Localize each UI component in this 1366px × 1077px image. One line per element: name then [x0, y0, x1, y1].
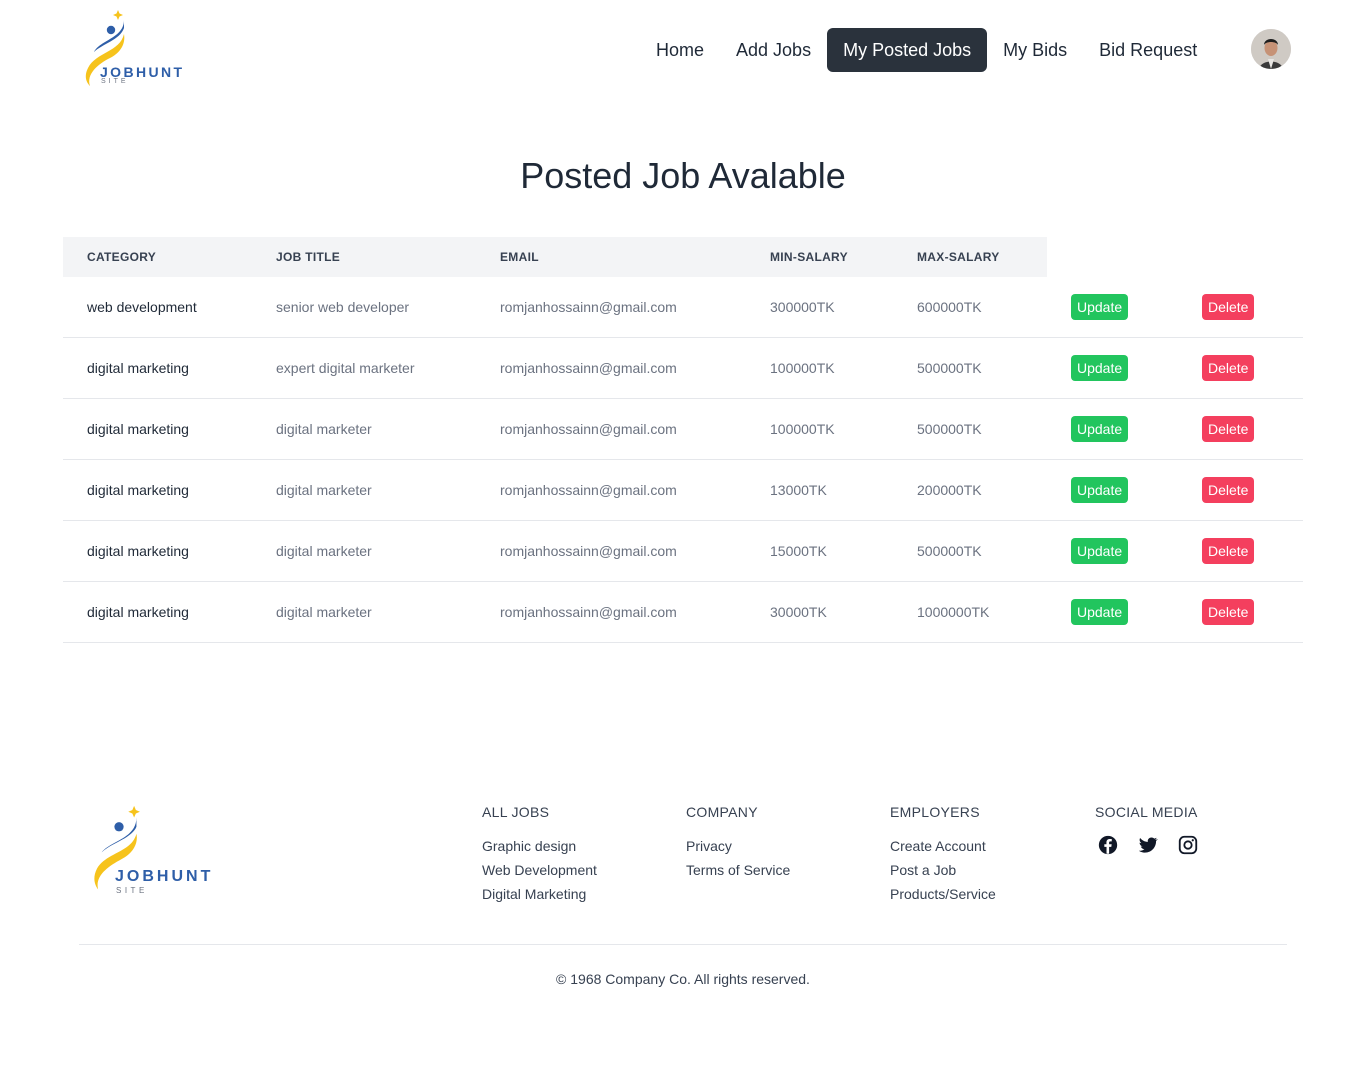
- footer-link-privacy[interactable]: Privacy: [686, 834, 790, 858]
- footer-heading: ALL JOBS: [482, 804, 550, 820]
- table-header: CATEGORY JOB TITLE EMAIL MIN-SALARY MAX-…: [63, 237, 1047, 277]
- footer-divider: [79, 944, 1287, 945]
- delete-button[interactable]: Delete: [1202, 599, 1255, 625]
- copyright: © 1968 Company Co. All rights reserved.: [556, 971, 810, 987]
- update-button[interactable]: Update: [1071, 416, 1129, 442]
- footer-heading: COMPANY: [686, 804, 758, 820]
- header-email: EMAIL: [500, 250, 539, 264]
- cell-category: digital marketing: [87, 482, 189, 498]
- social-links: [1097, 834, 1199, 856]
- cell-email: romjanhossainn@gmail.com: [500, 299, 677, 315]
- footer-col-all-jobs: ALL JOBS Graphic design Web Development …: [482, 804, 597, 906]
- footer-link-create-account[interactable]: Create Account: [890, 834, 996, 858]
- footer-link-graphic-design[interactable]: Graphic design: [482, 834, 597, 858]
- footer-logo-subtitle: SITE: [116, 886, 148, 895]
- page-title: Posted Job Avalable: [520, 155, 846, 196]
- cell-job-title: digital marketer: [276, 543, 372, 559]
- header-category: CATEGORY: [87, 250, 157, 264]
- cell-category: digital marketing: [87, 421, 189, 437]
- table-row: web development senior web developer rom…: [63, 277, 1303, 338]
- header-min-salary: MIN-SALARY: [770, 250, 848, 264]
- cell-job-title: digital marketer: [276, 604, 372, 620]
- footer-heading: EMPLOYERS: [890, 804, 980, 820]
- header-job-title: JOB TITLE: [276, 250, 341, 264]
- twitter-icon[interactable]: [1137, 834, 1159, 856]
- footer-link-web-development[interactable]: Web Development: [482, 858, 597, 882]
- cell-email: romjanhossainn@gmail.com: [500, 543, 677, 559]
- site-header: JOBHUNT SITE Home Add Jobs My Posted Job…: [0, 0, 1366, 100]
- footer-heading: SOCIAL MEDIA: [1095, 804, 1198, 820]
- update-button[interactable]: Update: [1071, 355, 1129, 381]
- cell-email: romjanhossainn@gmail.com: [500, 360, 677, 376]
- cell-max-salary: 600000TK: [917, 299, 982, 315]
- update-button[interactable]: Update: [1071, 538, 1129, 564]
- logo-subtitle: SITE: [101, 78, 129, 85]
- facebook-icon[interactable]: [1097, 834, 1119, 856]
- cell-category: digital marketing: [87, 604, 189, 620]
- delete-button[interactable]: Delete: [1202, 416, 1255, 442]
- update-button[interactable]: Update: [1071, 477, 1129, 503]
- cell-max-salary: 500000TK: [917, 360, 982, 376]
- delete-button[interactable]: Delete: [1202, 355, 1255, 381]
- footer-logo-wordmark: JOBHUNT: [115, 868, 214, 885]
- nav-my-bids[interactable]: My Bids: [987, 28, 1083, 72]
- avatar[interactable]: [1251, 29, 1291, 69]
- posted-jobs-table: CATEGORY JOB TITLE EMAIL MIN-SALARY MAX-…: [63, 237, 1303, 643]
- table-row: digital marketing expert digital markete…: [63, 338, 1303, 399]
- nav-home[interactable]: Home: [640, 28, 720, 72]
- cell-email: romjanhossainn@gmail.com: [500, 482, 677, 498]
- update-button[interactable]: Update: [1071, 599, 1129, 625]
- cell-min-salary: 100000TK: [770, 360, 835, 376]
- header-max-salary: MAX-SALARY: [917, 250, 1000, 264]
- cell-job-title: digital marketer: [276, 482, 372, 498]
- nav-add-jobs[interactable]: Add Jobs: [720, 28, 827, 72]
- nav-my-posted-jobs[interactable]: My Posted Jobs: [827, 28, 988, 72]
- cell-category: digital marketing: [87, 543, 189, 559]
- cell-max-salary: 200000TK: [917, 482, 982, 498]
- instagram-icon[interactable]: [1177, 834, 1199, 856]
- nav-bid-request[interactable]: Bid Request: [1083, 28, 1213, 72]
- cell-max-salary: 500000TK: [917, 543, 982, 559]
- cell-email: romjanhossainn@gmail.com: [500, 421, 677, 437]
- cell-min-salary: 300000TK: [770, 299, 835, 315]
- footer-link-products-service[interactable]: Products/Service: [890, 882, 996, 906]
- cell-email: romjanhossainn@gmail.com: [500, 604, 677, 620]
- table-row: digital marketing digital marketer romja…: [63, 582, 1303, 643]
- cell-job-title: senior web developer: [276, 299, 410, 315]
- user-avatar-icon: [1251, 29, 1291, 69]
- footer-col-company: COMPANY Privacy Terms of Service: [686, 804, 790, 882]
- delete-button[interactable]: Delete: [1202, 294, 1255, 320]
- cell-min-salary: 15000TK: [770, 543, 827, 559]
- table-row: digital marketing digital marketer romja…: [63, 460, 1303, 521]
- cell-min-salary: 100000TK: [770, 421, 835, 437]
- table-row: digital marketing digital marketer romja…: [63, 521, 1303, 582]
- footer-link-digital-marketing[interactable]: Digital Marketing: [482, 882, 597, 906]
- cell-category: digital marketing: [87, 360, 189, 376]
- delete-button[interactable]: Delete: [1202, 477, 1255, 503]
- cell-max-salary: 1000000TK: [917, 604, 990, 620]
- delete-button[interactable]: Delete: [1202, 538, 1255, 564]
- footer-link-terms[interactable]: Terms of Service: [686, 858, 790, 882]
- main-nav: Home Add Jobs My Posted Jobs My Bids Bid…: [640, 28, 1213, 72]
- cell-category: web development: [87, 299, 197, 315]
- table-row: digital marketing digital marketer romja…: [63, 399, 1303, 460]
- update-button[interactable]: Update: [1071, 294, 1129, 320]
- cell-job-title: expert digital marketer: [276, 360, 415, 376]
- footer-link-post-job[interactable]: Post a Job: [890, 858, 996, 882]
- footer-col-employers: EMPLOYERS Create Account Post a Job Prod…: [890, 804, 996, 906]
- cell-min-salary: 13000TK: [770, 482, 827, 498]
- footer-col-social: SOCIAL MEDIA: [1095, 804, 1199, 856]
- cell-max-salary: 500000TK: [917, 421, 982, 437]
- cell-min-salary: 30000TK: [770, 604, 827, 620]
- cell-job-title: digital marketer: [276, 421, 372, 437]
